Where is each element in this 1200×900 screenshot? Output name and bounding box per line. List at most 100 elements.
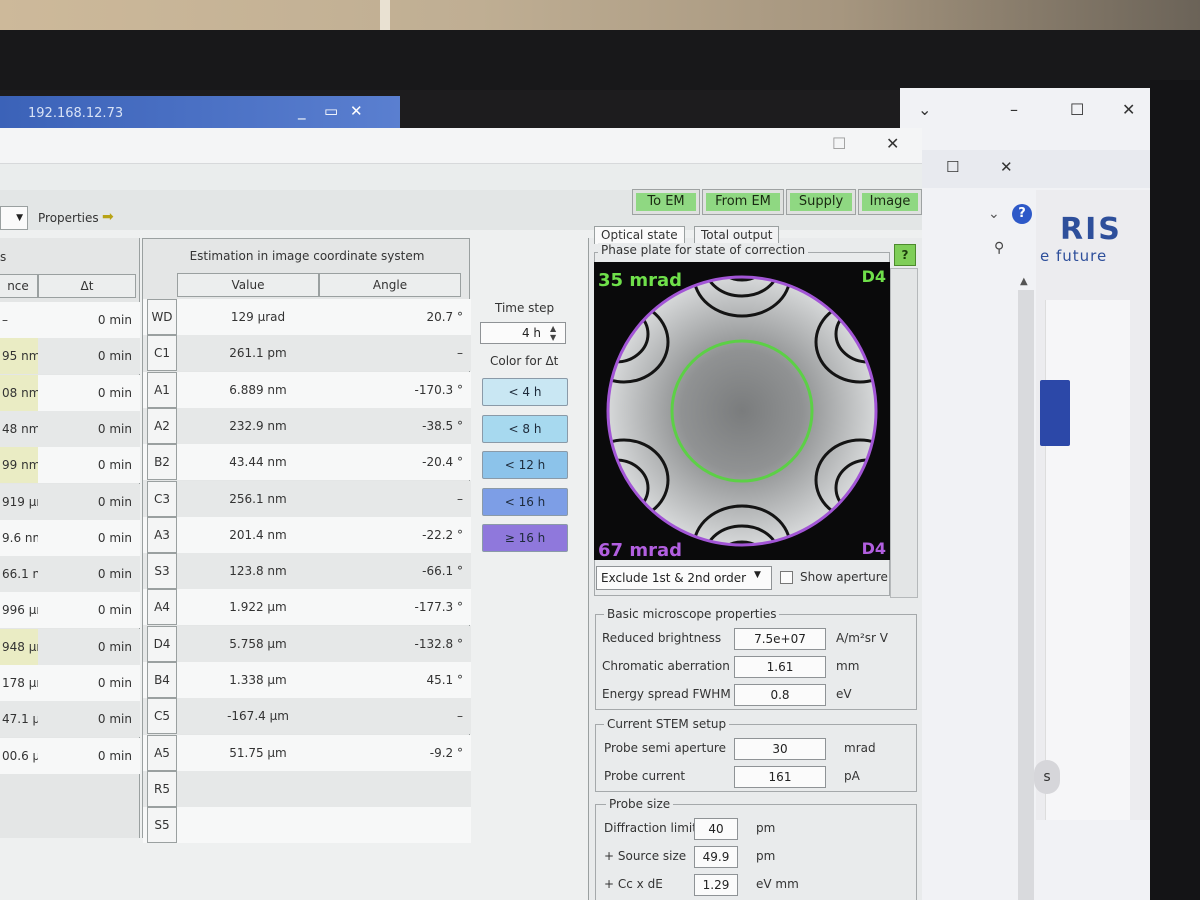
left-dt-cell: 0 min xyxy=(97,458,132,473)
left-dt-cell: 0 min xyxy=(97,676,132,690)
remote-restore-icon[interactable]: ▭ xyxy=(324,102,338,120)
left-dt-cell: 0 min xyxy=(97,494,132,509)
probe-label-2: + Cc x dE xyxy=(604,877,663,891)
browser-dropdown-icon[interactable]: ⌄ xyxy=(988,206,1000,222)
browser-close-icon[interactable]: ✕ xyxy=(1122,100,1135,119)
aberration-name: C1 xyxy=(147,335,177,372)
estimation-row: A5 51.75 µm -9.2 ° xyxy=(143,734,471,771)
app-close-icon[interactable]: ✕ xyxy=(886,134,899,153)
aberration-angle: -20.4 ° xyxy=(422,455,463,470)
color-swatch-1[interactable]: < 8 h xyxy=(482,414,568,443)
stem-value-0[interactable]: 30 xyxy=(734,738,826,760)
left-value-cell: – xyxy=(2,313,8,327)
remote-minimize-icon[interactable]: _ xyxy=(298,102,306,120)
inner-maximize-icon[interactable]: ☐ xyxy=(946,158,959,176)
browser-round-button[interactable]: s xyxy=(1034,760,1060,794)
aberration-angle: 45.1 ° xyxy=(426,673,463,687)
browser-help-icon[interactable]: ? xyxy=(1012,204,1032,224)
stem-unit-0: mrad xyxy=(844,741,876,755)
phase-side-strip xyxy=(890,268,918,598)
remote-close-icon[interactable]: ✕ xyxy=(350,102,363,120)
supply-button[interactable]: Supply xyxy=(786,189,856,215)
basic-label-1: Chromatic aberration xyxy=(602,659,730,673)
browser-search-icon[interactable]: ⚲ xyxy=(994,240,1004,256)
browser-inner-titlebar: ☐ ✕ xyxy=(900,150,1150,188)
bottom-left-mrad-label: 67 mrad xyxy=(598,540,682,560)
left-dt-cell: 0 min xyxy=(97,385,132,400)
order-dropdown[interactable]: Exclude 1st & 2nd order xyxy=(596,566,772,590)
left-value-cell: 66.1 nm xyxy=(2,567,38,582)
basic-value-0[interactable]: 7.5e+07 xyxy=(734,628,826,650)
aberration-angle: -9.2 ° xyxy=(429,745,463,760)
dropdown-chevron-icon[interactable]: ▼ xyxy=(754,570,761,580)
aberration-value: 129 µrad xyxy=(230,310,286,324)
left-table: s nce Δt –0 min 95 nm 0 min 08 nm 0 min 48 nm… xyxy=(0,238,140,838)
stem-value-1[interactable]: 161 xyxy=(734,766,826,788)
app-maximize-icon[interactable]: ☐ xyxy=(832,134,846,153)
stem-label-1: Probe current xyxy=(604,769,686,783)
probe-value-0[interactable]: 40 xyxy=(694,818,738,840)
aberration-angle: 20.7 ° xyxy=(426,310,463,324)
help-icon[interactable]: ? xyxy=(894,244,916,266)
show-aperture-checkbox[interactable] xyxy=(780,571,793,584)
properties-label[interactable]: Properties xyxy=(38,211,99,225)
basic-unit-2: eV xyxy=(836,687,852,701)
left-table-row: 00.6 µm 0 min xyxy=(0,737,140,774)
scroll-up-icon[interactable]: ▲ xyxy=(1020,276,1028,287)
tab-total-output[interactable]: Total output xyxy=(694,226,780,244)
left-dt-cell: 0 min xyxy=(97,712,132,727)
spinner-arrows-icon[interactable]: ▲ ▼ xyxy=(550,324,556,342)
color-swatch-0[interactable]: < 4 h xyxy=(482,378,568,406)
to-em-button[interactable]: To EM xyxy=(632,189,700,215)
probe-value-1[interactable]: 49.9 xyxy=(694,846,738,868)
color-swatch-2[interactable]: < 12 h xyxy=(482,451,568,479)
color-swatch-3[interactable]: < 16 h xyxy=(482,487,568,516)
left-value-cell: 47.1 µm xyxy=(2,712,38,727)
dropdown-arrow-icon[interactable]: ▼ xyxy=(0,206,28,230)
aberration-angle: -177.3 ° xyxy=(414,600,464,615)
estimation-row: S5 xyxy=(143,807,471,844)
browser-scrollbar[interactable] xyxy=(1018,290,1034,900)
basic-value-2[interactable]: 0.8 xyxy=(734,684,826,706)
probe-unit-1: pm xyxy=(756,849,776,863)
estimation-row: B2 43.44 nm -20.4 ° xyxy=(143,444,471,481)
aberration-name: A2 xyxy=(147,407,177,444)
aberration-name: R5 xyxy=(147,770,177,807)
aberration-name: C5 xyxy=(147,698,177,735)
aberration-value: -167.4 µm xyxy=(227,709,289,724)
left-table-row: 9.6 nm 0 min xyxy=(0,519,140,556)
basic-value-1[interactable]: 1.61 xyxy=(734,656,826,678)
color-swatch-4[interactable]: ≥ 16 h xyxy=(482,524,568,552)
aberration-angle: -132.8 ° xyxy=(414,636,464,651)
remote-host-title: 192.168.12.73 xyxy=(28,106,124,121)
inner-close-icon[interactable]: ✕ xyxy=(1000,158,1013,176)
left-value-cell: 9.6 nm xyxy=(2,530,38,545)
browser-maximize-icon[interactable]: ☐ xyxy=(1070,100,1084,119)
probe-label-0: Diffraction limit xyxy=(604,821,697,835)
browser-chevron-icon[interactable]: ⌄ xyxy=(918,100,931,119)
basic-properties-title: Basic microscope properties xyxy=(604,607,780,621)
browser-blue-button[interactable] xyxy=(1040,380,1070,446)
probe-value-2[interactable]: 1.29 xyxy=(694,874,738,896)
aberration-angle: -66.1 ° xyxy=(422,564,463,579)
aberration-name: B4 xyxy=(147,662,177,698)
aberration-value: 1.338 µm xyxy=(229,673,287,687)
from-em-button[interactable]: From EM xyxy=(702,189,784,215)
app-titlebar: ☐ ✕ xyxy=(0,128,922,164)
image-button[interactable]: Image xyxy=(858,189,922,215)
aberration-name: A4 xyxy=(147,589,177,626)
aberration-angle: – xyxy=(457,346,463,361)
estimation-row: A1 6.889 nm -170.3 ° xyxy=(143,371,471,408)
tab-optical-state[interactable]: Optical state xyxy=(594,226,685,244)
aberration-angle: – xyxy=(457,491,463,506)
basic-label-2: Energy spread FWHM xyxy=(602,687,731,701)
arrow-right-icon[interactable]: ➡ xyxy=(102,209,114,225)
estimation-row: D4 5.758 µm -132.8 ° xyxy=(143,625,471,662)
left-dt-cell: 0 min xyxy=(97,530,132,545)
browser-minimize-icon[interactable]: – xyxy=(1010,100,1018,119)
bottom-right-d4-label: D4 xyxy=(862,539,886,558)
left-table-row: 996 µm 0 min xyxy=(0,592,140,629)
angle-column-header: Angle xyxy=(319,273,461,297)
aberration-value: 43.44 nm xyxy=(229,455,287,470)
estimation-row: A3 201.4 nm -22.2 ° xyxy=(143,516,471,553)
